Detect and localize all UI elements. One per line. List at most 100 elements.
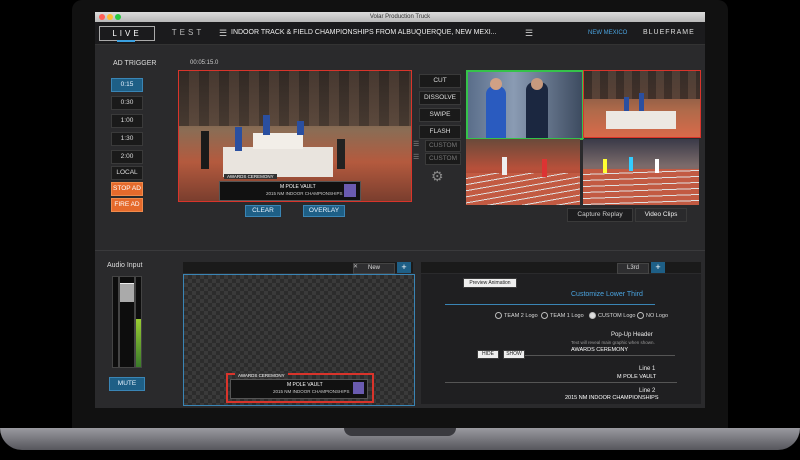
source-camera-2[interactable] <box>583 70 701 138</box>
window-titlebar: Volar Production Truck <box>95 12 705 22</box>
source-camera-3[interactable] <box>466 139 580 205</box>
athlete-figure <box>297 121 304 135</box>
preview-tab[interactable]: New <box>353 263 395 274</box>
menu-icon[interactable]: ☰ <box>525 28 533 39</box>
athlete-figure <box>263 115 270 135</box>
tab-video-clips[interactable]: Video Clips <box>635 208 687 222</box>
line1-label: Line 1 <box>639 366 656 372</box>
live-indicator <box>117 40 135 42</box>
ad-duration-button-2-00[interactable]: 2:00 <box>111 150 143 164</box>
ad-duration-button-1-30[interactable]: 1:30 <box>111 132 143 146</box>
clear-button[interactable]: CLEAR <box>245 205 281 217</box>
logo-option-label: NO Logo <box>646 312 669 319</box>
ad-trigger-title: AD TRIGGER <box>113 60 157 67</box>
add-tab-icon[interactable]: + <box>651 262 665 273</box>
gear-icon[interactable]: ⚙ <box>431 168 444 185</box>
location-label: NEW MEXICO <box>588 30 628 36</box>
line1-value[interactable]: M POLE VAULT <box>617 374 656 380</box>
audio-meter-right <box>135 276 142 368</box>
preview-lower-third[interactable]: AWARDS CEREMONY M POLE VAULT 2015 NM IND… <box>226 373 374 403</box>
zoom-window-icon[interactable] <box>115 14 121 20</box>
lower-third-line1: M POLE VAULT <box>280 184 316 190</box>
tab-capture-replay[interactable]: Capture Replay <box>567 208 633 222</box>
preview-lower-third-box: AWARDS CEREMONY M POLE VAULT 2015 NM IND… <box>230 373 368 399</box>
preview-lower-third-line2: 2015 NM INDOOR CHAMPIONSHIPS <box>273 389 350 394</box>
preview-animation-button[interactable]: Preview Animation <box>463 278 517 288</box>
source-camera-4[interactable] <box>583 139 699 205</box>
preview-tab-header: + New ✕ <box>183 262 413 274</box>
transition-dissolve-button[interactable]: DISSOLVE <box>419 91 461 105</box>
laptop-notch <box>344 428 456 436</box>
athlete-figure <box>337 139 345 169</box>
ad-duration-button-0-15[interactable]: 0:15 <box>111 78 143 92</box>
preview-canvas[interactable]: AWARDS CEREMONY M POLE VAULT 2015 NM IND… <box>183 274 415 406</box>
test-logo[interactable]: TEST <box>161 27 215 39</box>
line1-field[interactable] <box>445 382 677 383</box>
logo-option-label: TEAM 2 Logo <box>504 312 538 319</box>
close-window-icon[interactable] <box>99 14 105 20</box>
overlay-button[interactable]: OVERLAY <box>303 205 345 217</box>
stop-ad-button[interactable]: STOP AD <box>111 182 143 196</box>
close-icon[interactable]: ✕ <box>353 263 358 270</box>
audio-fader-handle[interactable] <box>120 283 134 302</box>
section-divider <box>95 250 705 251</box>
logo-option-label: TEAM 1 Logo <box>550 312 584 319</box>
add-tab-icon[interactable]: + <box>397 262 411 273</box>
logo-option-no-logo[interactable]: NO Logo <box>637 312 668 319</box>
lower-third-tab[interactable]: L3rd <box>617 263 649 274</box>
preview-lower-third-header: AWARDS CEREMONY <box>235 373 288 378</box>
ad-duration-button-0-30[interactable]: 0:30 <box>111 96 143 110</box>
athlete-figure <box>201 131 209 169</box>
popup-header-hint: Text will reveal main graphic when shown… <box>571 340 655 345</box>
podium <box>606 111 676 129</box>
show-button[interactable]: SHOW <box>503 350 525 359</box>
menu-icon[interactable]: ☰ <box>413 140 419 148</box>
logo-option-team-2-logo[interactable]: TEAM 2 Logo <box>495 312 538 319</box>
transition-custom-button-1[interactable]: CUSTOM <box>425 140 461 152</box>
audio-meter-level <box>136 319 141 367</box>
popup-header-value[interactable]: AWARDS CEREMONY <box>571 347 628 353</box>
hide-button[interactable]: HIDE <box>477 350 499 359</box>
runner-figure <box>603 159 607 173</box>
live-logo[interactable]: LIVE <box>99 26 155 41</box>
radio-selected-icon[interactable] <box>589 312 596 319</box>
radio-icon[interactable] <box>495 312 502 319</box>
menu-icon[interactable]: ☰ <box>413 153 419 161</box>
transition-cut-button[interactable]: CUT <box>419 74 461 88</box>
athlete-figure <box>235 127 242 151</box>
radio-icon[interactable] <box>637 312 644 319</box>
heading-underline <box>445 304 655 305</box>
mute-button[interactable]: MUTE <box>109 377 145 391</box>
minimize-window-icon[interactable] <box>107 14 113 20</box>
audio-fader-track[interactable] <box>119 276 135 368</box>
track-lanes <box>466 173 580 205</box>
menu-icon[interactable]: ☰ <box>219 28 227 39</box>
radio-icon[interactable] <box>541 312 548 319</box>
preview-lower-third-line1: M POLE VAULT <box>287 382 323 388</box>
line2-value[interactable]: 2015 NM INDOOR CHAMPIONSHIPS <box>565 395 659 401</box>
lower-third-editor: Preview Animation Customize Lower Third … <box>421 274 701 404</box>
audio-meter-left <box>112 276 119 368</box>
transition-flash-button[interactable]: FLASH <box>419 125 461 139</box>
ad-local-button[interactable]: LOCAL <box>111 166 143 180</box>
reporter-figure <box>526 82 548 138</box>
window-title: Volar Production Truck <box>369 14 431 20</box>
runner-figure <box>655 159 659 173</box>
logo-option-custom-logo[interactable]: CUSTOM Logo <box>589 312 636 319</box>
event-title: INDOOR TRACK & FIELD CHAMPIONSHIPS FROM … <box>231 29 497 36</box>
transition-custom-button-2[interactable]: CUSTOM <box>425 153 461 165</box>
live-label: LIVE <box>112 29 142 38</box>
ad-duration-button-1-00[interactable]: 1:00 <box>111 114 143 128</box>
vendor-logo: BLUEFRAME <box>643 29 695 36</box>
source-camera-1[interactable] <box>466 70 584 140</box>
logo-option-team-1-logo[interactable]: TEAM 1 Logo <box>541 312 584 319</box>
lower-third-heading: Customize Lower Third <box>571 291 643 298</box>
program-lower-third: AWARDS CEREMONY M POLE VAULT 2015 NM IND… <box>219 174 361 201</box>
popup-header-label: Pop-Up Header <box>611 332 653 338</box>
podium-top <box>253 133 303 149</box>
transition-swipe-button[interactable]: SWIPE <box>419 108 461 122</box>
fire-ad-button[interactable]: FIRE AD <box>111 198 143 212</box>
popup-header-field[interactable] <box>525 355 675 356</box>
logo-option-label: CUSTOM Logo <box>598 312 636 319</box>
test-label: TEST <box>171 28 205 37</box>
